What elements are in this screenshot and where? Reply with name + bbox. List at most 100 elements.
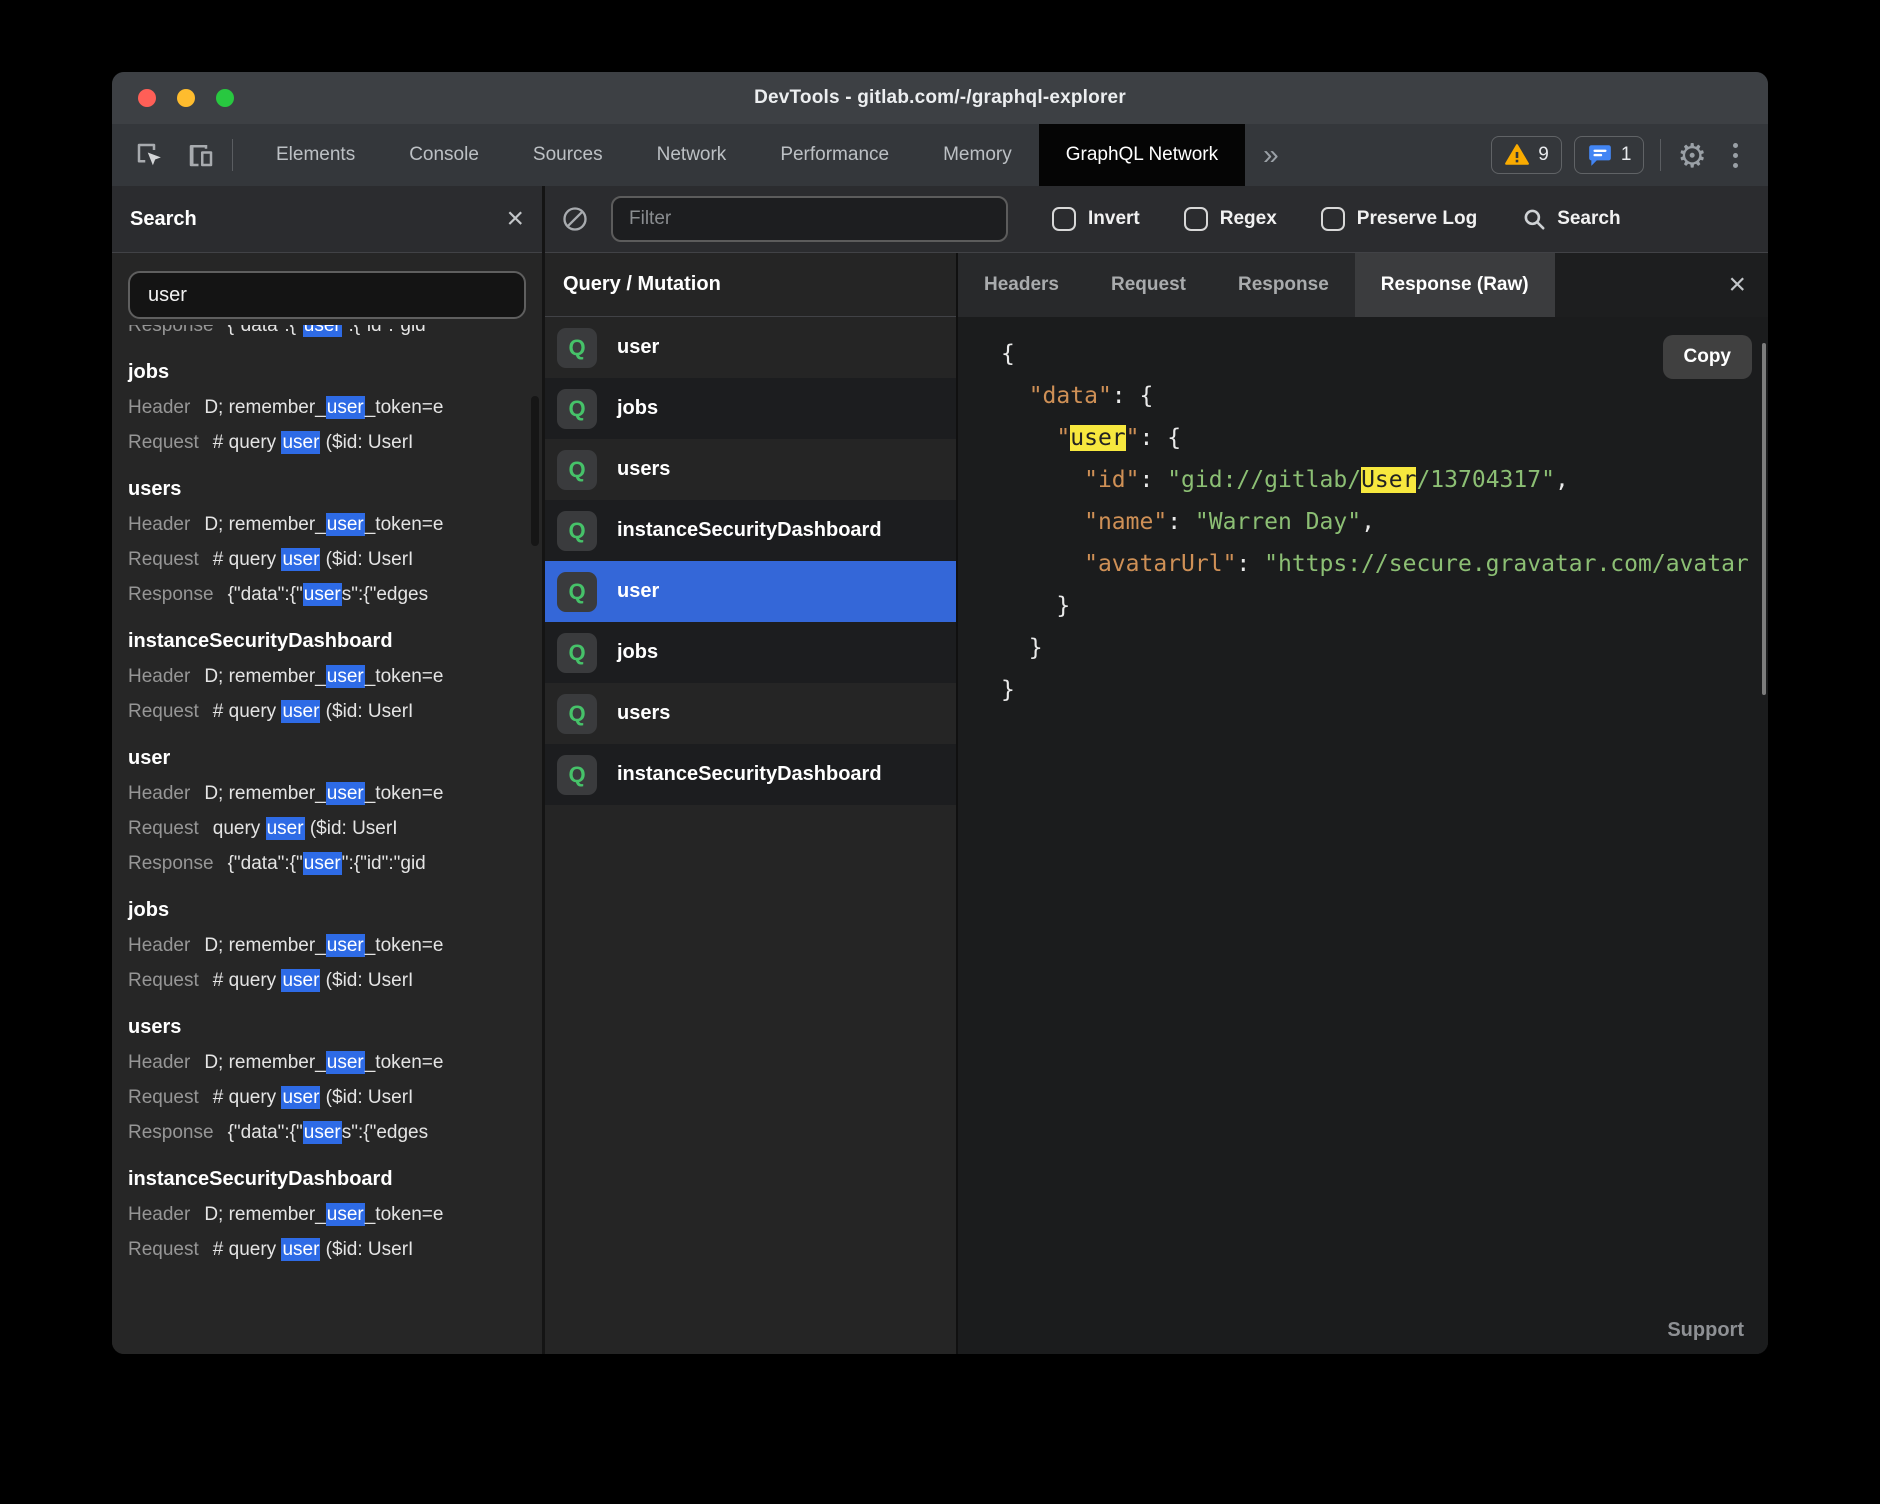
search-result-line[interactable]: HeaderD; remember_user_token=e [128,928,542,963]
query-row-jobs[interactable]: Qjobs [545,378,956,439]
json-line: "avatarUrl": "https://secure.gravatar.co… [1001,543,1768,585]
result-line-value: D; remember_user_token=e [204,513,443,536]
inspect-element-icon[interactable] [134,124,164,186]
search-result-line[interactable]: Request# query user ($id: UserI [128,425,542,460]
search-result-line[interactable]: Response{"data":{"users":{"edges [128,1115,542,1150]
result-line-label: Response [128,325,214,336]
response-scrollbar[interactable] [1762,343,1766,695]
result-line-value: {"data":{"user":{"id":"gid [228,852,426,875]
detail-tab-request[interactable]: Request [1085,253,1212,317]
tab-graphql-network[interactable]: GraphQL Network [1039,124,1245,186]
support-link[interactable]: Support [1667,1319,1744,1342]
query-type-badge: Q [557,389,597,429]
search-result-line[interactable]: Request# query user ($id: UserI [128,542,542,577]
query-row-user[interactable]: Quser [545,317,956,378]
preserve-log-checkbox[interactable]: Preserve Log [1321,207,1477,231]
search-scrollbar[interactable] [531,396,539,546]
search-toggle[interactable]: Search [1521,206,1620,232]
device-toolbar-icon[interactable] [186,124,216,186]
tab-elements[interactable]: Elements [249,124,382,186]
search-result-line[interactable]: Response{"data":{"user":{"id":"gid [128,846,542,881]
search-match-highlight: user [326,396,365,419]
copy-button[interactable]: Copy [1663,335,1753,379]
query-row-label: user [617,336,659,359]
detail-tabs-wrap: HeadersRequestResponseResponse (Raw) [958,253,1555,317]
search-result-line[interactable]: Request# query user ($id: UserI [128,1232,542,1267]
search-result-title[interactable]: jobs [128,355,542,390]
preserve-log-label: Preserve Log [1357,208,1477,230]
query-row-label: user [617,580,659,603]
result-line-value: {"data":{"users":{"edges [228,1121,429,1144]
search-result-line[interactable]: HeaderD; remember_user_token=e [128,776,542,811]
search-close-icon[interactable]: × [506,204,524,234]
result-line-label: Request [128,970,199,991]
search-result-line[interactable]: HeaderD; remember_user_token=e [128,390,542,425]
json-line: } [1001,669,1768,711]
search-result-line[interactable]: HeaderD; remember_user_token=e [128,1045,542,1080]
query-row-users[interactable]: Qusers [545,683,956,744]
invert-checkbox[interactable]: Invert [1052,207,1140,231]
query-row-instancesecuritydashboard[interactable]: QinstanceSecurityDashboard [545,500,956,561]
json-line: "data": { [1001,375,1768,417]
result-line-value: # query user ($id: UserI [213,1086,414,1109]
detail-tab-headers[interactable]: Headers [958,253,1085,317]
tab-console[interactable]: Console [382,124,506,186]
result-line-value: D; remember_user_token=e [204,396,443,419]
invert-label: Invert [1088,208,1140,230]
settings-gear-icon[interactable]: ⚙ [1677,139,1707,172]
search-result-title[interactable]: instanceSecurityDashboard [128,624,542,659]
search-input[interactable] [128,271,526,319]
query-row-instancesecuritydashboard[interactable]: QinstanceSecurityDashboard [545,744,956,805]
search-match-highlight: user [326,1203,365,1226]
kebab-menu-icon[interactable] [1729,139,1742,172]
tab-memory[interactable]: Memory [916,124,1039,186]
search-result-title[interactable]: users [128,472,542,507]
regex-checkbox[interactable]: Regex [1184,207,1277,231]
search-result-title[interactable]: jobs [128,893,542,928]
messages-badge[interactable]: 1 [1574,136,1645,174]
zoom-window-button[interactable] [216,89,234,107]
tab-sources[interactable]: Sources [506,124,630,186]
query-row-users[interactable]: Qusers [545,439,956,500]
search-result-line[interactable]: Request# query user ($id: UserI [128,1080,542,1115]
checkbox-icon[interactable] [1321,207,1345,231]
search-result-line[interactable]: Request# query user ($id: UserI [128,694,542,729]
search-result-title[interactable]: users [128,1010,542,1045]
search-result-line[interactable]: Request# query user ($id: UserI [128,963,542,998]
search-result-line[interactable]: Response{"data":{"users":{"edges [128,577,542,612]
search-results: Response{"data":{"user":{"id":"gidjobsHe… [112,325,542,1354]
tab-performance[interactable]: Performance [753,124,916,186]
detail-tab-response[interactable]: Response [1212,253,1355,317]
close-window-button[interactable] [138,89,156,107]
clear-icon[interactable] [561,205,589,233]
filter-input[interactable] [611,196,1008,242]
checkbox-icon[interactable] [1184,207,1208,231]
checkbox-icon[interactable] [1052,207,1076,231]
network-filter-bar: Invert Regex Preserve Log [545,186,1768,253]
search-match-highlight: user [326,1051,365,1074]
search-result-title[interactable]: user [128,741,542,776]
search-result-title[interactable]: instanceSecurityDashboard [128,1162,542,1197]
result-line-value: # query user ($id: UserI [213,431,414,454]
result-line-label: Header [128,935,190,956]
json-line: "id": "gid://gitlab/User/13704317", [1001,459,1768,501]
traffic-lights [138,72,234,124]
query-row-user[interactable]: Quser [545,561,956,622]
search-result-line[interactable]: HeaderD; remember_user_token=e [128,659,542,694]
detail-tab-response-raw[interactable]: Response (Raw) [1355,253,1555,317]
warnings-badge[interactable]: 9 [1491,136,1562,174]
titlebar: DevTools - gitlab.com/-/graphql-explorer [112,72,1768,124]
detail-close-icon[interactable]: × [1728,270,1746,300]
query-row-label: jobs [617,397,658,420]
minimize-window-button[interactable] [177,89,195,107]
search-result-line[interactable]: HeaderD; remember_user_token=e [128,507,542,542]
result-line-value: {"data":{"user":{"id":"gid [228,325,426,337]
more-tabs-icon[interactable]: » [1245,124,1297,186]
result-line-value: {"data":{"users":{"edges [228,583,429,606]
search-result-line[interactable]: Requestquery user ($id: UserI [128,811,542,846]
search-result-line[interactable]: HeaderD; remember_user_token=e [128,1197,542,1232]
result-line-label: Header [128,1052,190,1073]
tab-network[interactable]: Network [630,124,754,186]
query-row-jobs[interactable]: Qjobs [545,622,956,683]
search-result-line[interactable]: Response {"data":{"user":{"id":"gid [128,325,542,343]
